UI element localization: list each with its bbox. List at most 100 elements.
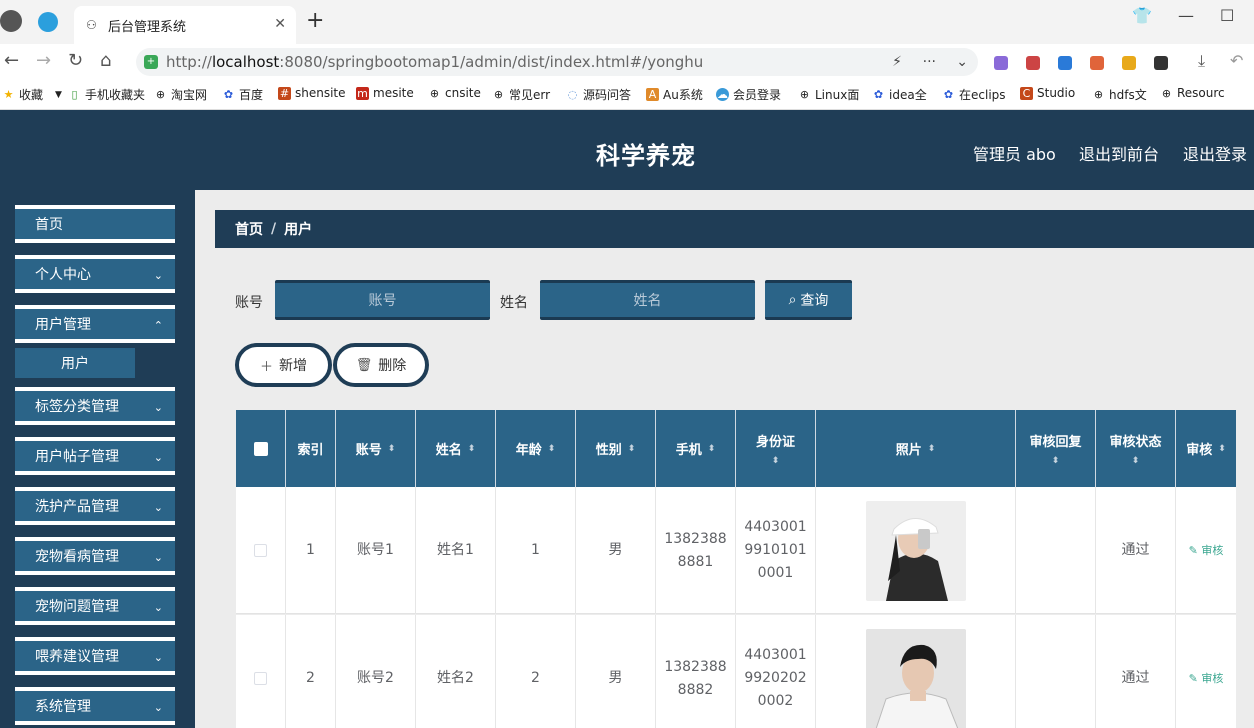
header-name[interactable]: 姓名 ⬍	[416, 410, 496, 487]
row-checkbox[interactable]	[254, 544, 267, 557]
cell-photo	[816, 615, 1016, 728]
logout-link[interactable]: 退出登录	[1183, 141, 1247, 165]
header-select-all[interactable]	[236, 410, 286, 487]
bookmark-item[interactable]: ✿ idea全	[872, 86, 927, 103]
cell-age: 1	[496, 487, 576, 614]
lightning-icon[interactable]: ⚡	[892, 54, 902, 70]
cell-account: 账号2	[336, 615, 416, 728]
reload-icon[interactable]: ↻	[68, 51, 83, 71]
cell-id-card: 4403001 9920202 0002	[736, 615, 816, 728]
header-gender[interactable]: 性别 ⬍	[576, 410, 656, 487]
bookmark-item[interactable]: ⊕ hdfs文	[1092, 86, 1147, 103]
maximize-icon[interactable]: ☐	[1220, 6, 1234, 25]
row-checkbox-cell[interactable]	[236, 487, 286, 614]
forward-icon[interactable]: →	[36, 51, 51, 71]
header-id-card[interactable]: 身份证 ⬍	[736, 410, 816, 487]
app-title: 科学养宠	[596, 142, 696, 170]
sidebar-item-system[interactable]: 系统管理 ⌄	[15, 687, 175, 725]
header-phone[interactable]: 手机 ⬍	[656, 410, 736, 487]
breadcrumb-separator: /	[271, 221, 277, 237]
bookmark-item[interactable]: ⊕ 常见err	[492, 86, 550, 103]
select-all-checkbox[interactable]	[253, 441, 268, 456]
url-field[interactable]: + http://localhost:8080/springbootomap1/…	[136, 48, 978, 76]
sidebar-item-posts[interactable]: 用户帖子管理 ⌄	[15, 437, 175, 475]
bookmark-item[interactable]: C Studio	[1020, 86, 1075, 100]
minimize-icon[interactable]: —	[1178, 6, 1194, 25]
undo-icon[interactable]: ↶	[1230, 51, 1243, 71]
sort-icon: ⬍	[547, 443, 556, 454]
search-icon: ⌕	[788, 292, 797, 308]
secure-shield-icon: +	[144, 55, 158, 69]
bookmark-item[interactable]: ✿ 在eclips	[942, 86, 1006, 103]
chevron-down-icon: ⌄	[153, 451, 163, 464]
audit-button[interactable]: ✎ 审核	[1189, 667, 1224, 690]
tab-active[interactable]: ⚇ 后台管理系统 ✕	[74, 6, 296, 44]
bookmark-item[interactable]: ◌ 源码问答	[566, 86, 631, 103]
back-to-front-link[interactable]: 退出到前台	[1079, 141, 1159, 165]
sidebar-item-users[interactable]: 用户管理 ⌃	[15, 305, 175, 343]
sidebar-item-tags[interactable]: 标签分类管理 ⌄	[15, 387, 175, 425]
bookmark-item[interactable]: ☁ 会员登录	[716, 86, 781, 103]
translate-icon[interactable]	[994, 56, 1008, 70]
user-photo[interactable]	[865, 628, 966, 728]
delete-button[interactable]: 🗑 删除	[333, 343, 429, 387]
header-age[interactable]: 年龄 ⬍	[496, 410, 576, 487]
bookmark-item[interactable]: ✿ 百度	[222, 86, 263, 103]
bookmark-item[interactable]: m mesite	[356, 86, 414, 100]
sidebar-item-personal[interactable]: 个人中心 ⌄	[15, 255, 175, 293]
header-audit[interactable]: 审核 ⬍	[1176, 410, 1236, 487]
search-ext-icon[interactable]	[1058, 56, 1072, 70]
more-icon[interactable]: ···	[923, 54, 936, 70]
sidebar: 首页 个人中心 ⌄ 用户管理 ⌃ 用户 标签分类管理 ⌄ 用户帖子管理 ⌄ 洗护产品管理…	[0, 190, 195, 728]
bookmark-item[interactable]: ⊕ Linux面	[798, 86, 859, 103]
tab-close-icon[interactable]: ✕	[274, 16, 286, 32]
chevron-up-icon: ⌃	[153, 319, 163, 332]
header-audit-reply[interactable]: 审核回复 ⬍	[1016, 410, 1096, 487]
bookmark-item[interactable]: ★ 收藏 ▼	[2, 86, 62, 103]
bookmark-item[interactable]: ⊕ cnsite	[428, 86, 481, 100]
bookmark-item[interactable]: ⊕ 淘宝网	[154, 86, 207, 103]
tshirt-icon[interactable]: 👕	[1132, 6, 1152, 25]
trash-icon: 🗑	[355, 357, 373, 373]
shield-ext-icon[interactable]	[1122, 56, 1136, 70]
row-checkbox[interactable]	[254, 672, 267, 685]
sidebar-subitem-user[interactable]: 用户	[15, 348, 135, 378]
table-row: 2 账号2 姓名2 2 男 1382388 8882 4403001 9920202…	[236, 615, 1236, 728]
cell-id-card: 4403001 9910101 0001	[736, 487, 816, 614]
user-photo[interactable]	[865, 500, 966, 601]
header-account[interactable]: 账号 ⬍	[336, 410, 416, 487]
add-button[interactable]: ＋新增	[235, 343, 332, 387]
cell-audit-reply	[1016, 487, 1096, 614]
sidebar-item-home[interactable]: 首页	[15, 205, 175, 243]
account-search-input[interactable]	[275, 280, 490, 320]
back-icon[interactable]: ←	[4, 51, 19, 71]
header-photo[interactable]: 照片 ⬍	[816, 410, 1016, 487]
sidebar-item-feeding[interactable]: 喂养建议管理 ⌄	[15, 637, 175, 675]
bookmark-item[interactable]: A Au系统	[646, 86, 703, 103]
sidebar-item-vet[interactable]: 宠物看病管理 ⌄	[15, 537, 175, 575]
sidebar-item-products[interactable]: 洗护产品管理 ⌄	[15, 487, 175, 525]
bookmark-item[interactable]: # shensite	[278, 86, 346, 100]
breadcrumb-home[interactable]: 首页	[235, 219, 263, 239]
dropdown-icon[interactable]: ⌄	[956, 54, 968, 70]
bookmark-item[interactable]: ⊕ Resourc	[1160, 86, 1225, 100]
apps-grid-icon[interactable]	[1154, 56, 1168, 70]
audit-button[interactable]: ✎ 审核	[1189, 539, 1224, 562]
cell-name: 姓名1	[416, 487, 496, 614]
download-icon[interactable]: ⤓	[1198, 51, 1205, 71]
url-host: localhost	[211, 53, 280, 71]
game-icon[interactable]	[1090, 56, 1104, 70]
sidebar-item-questions[interactable]: 宠物问题管理 ⌄	[15, 587, 175, 625]
scissors-icon[interactable]	[1026, 56, 1040, 70]
telegram-icon[interactable]	[38, 12, 58, 32]
tab-title: 后台管理系统	[108, 19, 187, 35]
row-checkbox-cell[interactable]	[236, 615, 286, 728]
header-audit-status[interactable]: 审核状态 ⬍	[1096, 410, 1176, 487]
home-icon[interactable]: ⌂	[100, 51, 111, 71]
profile-avatar-icon[interactable]	[0, 10, 22, 32]
new-tab-icon[interactable]: +	[306, 10, 324, 32]
query-button[interactable]: ⌕ 查询	[765, 280, 852, 320]
name-search-input[interactable]	[540, 280, 755, 320]
sort-icon: ⬍	[1051, 456, 1060, 466]
bookmark-item[interactable]: ▯ 手机收藏夹	[68, 86, 145, 103]
